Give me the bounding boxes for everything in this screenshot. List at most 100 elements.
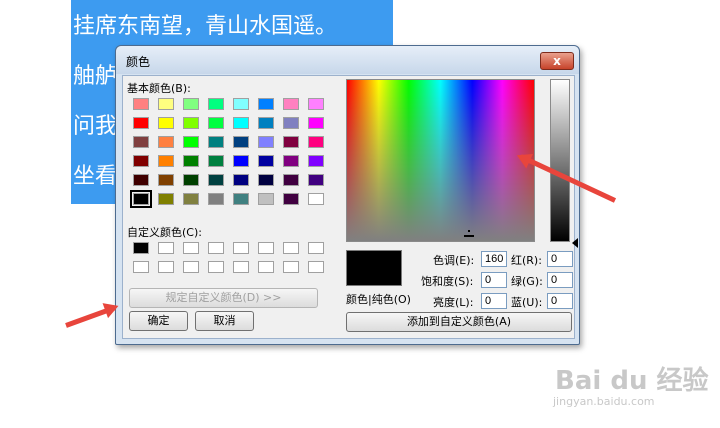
color-spectrum[interactable] — [346, 79, 535, 242]
document-line-4: 坐看 — [73, 164, 118, 189]
red-field[interactable] — [547, 251, 573, 267]
color-swatch[interactable] — [308, 261, 324, 273]
annotation-arrow-define-button — [65, 305, 116, 328]
color-swatch[interactable] — [283, 155, 299, 167]
color-swatch[interactable] — [133, 155, 149, 167]
color-swatch[interactable] — [233, 261, 249, 273]
color-swatch[interactable] — [283, 193, 299, 205]
crosshair-icon-bar — [464, 235, 474, 237]
color-swatch[interactable] — [258, 155, 274, 167]
watermark-url: jingyan.baidu.com — [553, 395, 655, 408]
color-swatch[interactable] — [308, 155, 324, 167]
color-swatch[interactable] — [158, 98, 174, 110]
color-swatch[interactable] — [130, 190, 152, 208]
document-line-1: 挂席东南望，青山水国遥。 — [73, 14, 338, 39]
color-swatch[interactable] — [208, 242, 224, 254]
color-swatch[interactable] — [208, 136, 224, 148]
green-field[interactable] — [547, 272, 573, 288]
color-swatch[interactable] — [308, 98, 324, 110]
dialog-titlebar[interactable]: 颜色 x — [116, 46, 579, 74]
saturation-field[interactable] — [481, 272, 507, 288]
color-swatch[interactable] — [308, 193, 324, 205]
color-swatch[interactable] — [208, 193, 224, 205]
add-to-custom-colors-button[interactable]: 添加到自定义颜色(A) — [346, 312, 572, 332]
color-swatch[interactable] — [158, 155, 174, 167]
color-dialog: 颜色 x 基本颜色(B): 自定义颜色(C): 规定自定义颜色(D) >> 确定… — [115, 45, 580, 345]
define-custom-colors-button[interactable]: 规定自定义颜色(D) >> — [129, 288, 318, 308]
close-button[interactable]: x — [540, 52, 574, 70]
color-swatch[interactable] — [183, 174, 199, 186]
color-swatch[interactable] — [308, 242, 324, 254]
color-swatch[interactable] — [258, 136, 274, 148]
color-swatch[interactable] — [133, 261, 149, 273]
color-swatch[interactable] — [233, 174, 249, 186]
color-swatch[interactable] — [183, 136, 199, 148]
color-preview — [346, 250, 402, 286]
color-swatch[interactable] — [183, 242, 199, 254]
custom-colors-label: 自定义颜色(C): — [127, 226, 202, 239]
close-icon: x — [553, 54, 561, 68]
luminance-label: 亮度(L): — [433, 296, 474, 309]
color-solid-label: 颜色|纯色(O) — [346, 293, 411, 306]
color-swatch[interactable] — [183, 261, 199, 273]
color-swatch[interactable] — [233, 155, 249, 167]
color-swatch[interactable] — [158, 136, 174, 148]
color-swatch[interactable] — [183, 193, 199, 205]
hue-field[interactable] — [481, 251, 507, 267]
ok-button[interactable]: 确定 — [129, 311, 188, 331]
color-swatch[interactable] — [133, 117, 149, 129]
color-swatch[interactable] — [283, 261, 299, 273]
color-swatch[interactable] — [233, 136, 249, 148]
saturation-label: 饱和度(S): — [421, 275, 474, 288]
basic-colors-label: 基本颜色(B): — [127, 82, 191, 95]
luminance-bar[interactable] — [550, 79, 570, 242]
color-swatch[interactable] — [208, 261, 224, 273]
color-swatch[interactable] — [308, 117, 324, 129]
color-swatch[interactable] — [158, 117, 174, 129]
color-swatch[interactable] — [233, 117, 249, 129]
color-swatch[interactable] — [283, 98, 299, 110]
dialog-client: 基本颜色(B): 自定义颜色(C): 规定自定义颜色(D) >> 确定 取消 颜… — [122, 75, 578, 339]
color-swatch[interactable] — [258, 193, 274, 205]
color-swatch[interactable] — [258, 117, 274, 129]
red-label: 红(R): — [511, 254, 542, 267]
document-line-2: 舳舻 — [73, 64, 118, 89]
luminance-field[interactable] — [481, 293, 507, 309]
color-swatch[interactable] — [158, 174, 174, 186]
color-swatch[interactable] — [258, 261, 274, 273]
color-swatch[interactable] — [283, 174, 299, 186]
color-swatch[interactable] — [133, 136, 149, 148]
hue-label: 色调(E): — [433, 254, 475, 267]
color-swatch[interactable] — [133, 98, 149, 110]
color-swatch[interactable] — [133, 242, 149, 254]
color-swatch[interactable] — [183, 117, 199, 129]
color-swatch[interactable] — [233, 193, 249, 205]
color-swatch[interactable] — [183, 155, 199, 167]
cancel-button[interactable]: 取消 — [195, 311, 254, 331]
color-swatch[interactable] — [208, 117, 224, 129]
blue-field[interactable] — [547, 293, 573, 309]
color-swatch[interactable] — [158, 242, 174, 254]
color-swatch[interactable] — [308, 174, 324, 186]
crosshair-icon — [468, 230, 470, 232]
color-swatch[interactable] — [158, 261, 174, 273]
color-swatch[interactable] — [233, 242, 249, 254]
color-swatch[interactable] — [133, 174, 149, 186]
green-label: 绿(G): — [511, 275, 543, 288]
luminance-slider-arrow-icon[interactable] — [572, 238, 578, 248]
document-line-3: 问我 — [73, 114, 118, 139]
color-swatch[interactable] — [208, 98, 224, 110]
color-swatch[interactable] — [258, 174, 274, 186]
color-swatch[interactable] — [183, 98, 199, 110]
color-swatch[interactable] — [158, 193, 174, 205]
color-swatch[interactable] — [208, 174, 224, 186]
color-swatch[interactable] — [258, 98, 274, 110]
color-swatch[interactable] — [208, 155, 224, 167]
color-swatch[interactable] — [308, 136, 324, 148]
color-swatch[interactable] — [233, 98, 249, 110]
color-swatch[interactable] — [283, 117, 299, 129]
dialog-title: 颜色 — [126, 55, 151, 69]
color-swatch[interactable] — [283, 242, 299, 254]
color-swatch[interactable] — [258, 242, 274, 254]
color-swatch[interactable] — [283, 136, 299, 148]
